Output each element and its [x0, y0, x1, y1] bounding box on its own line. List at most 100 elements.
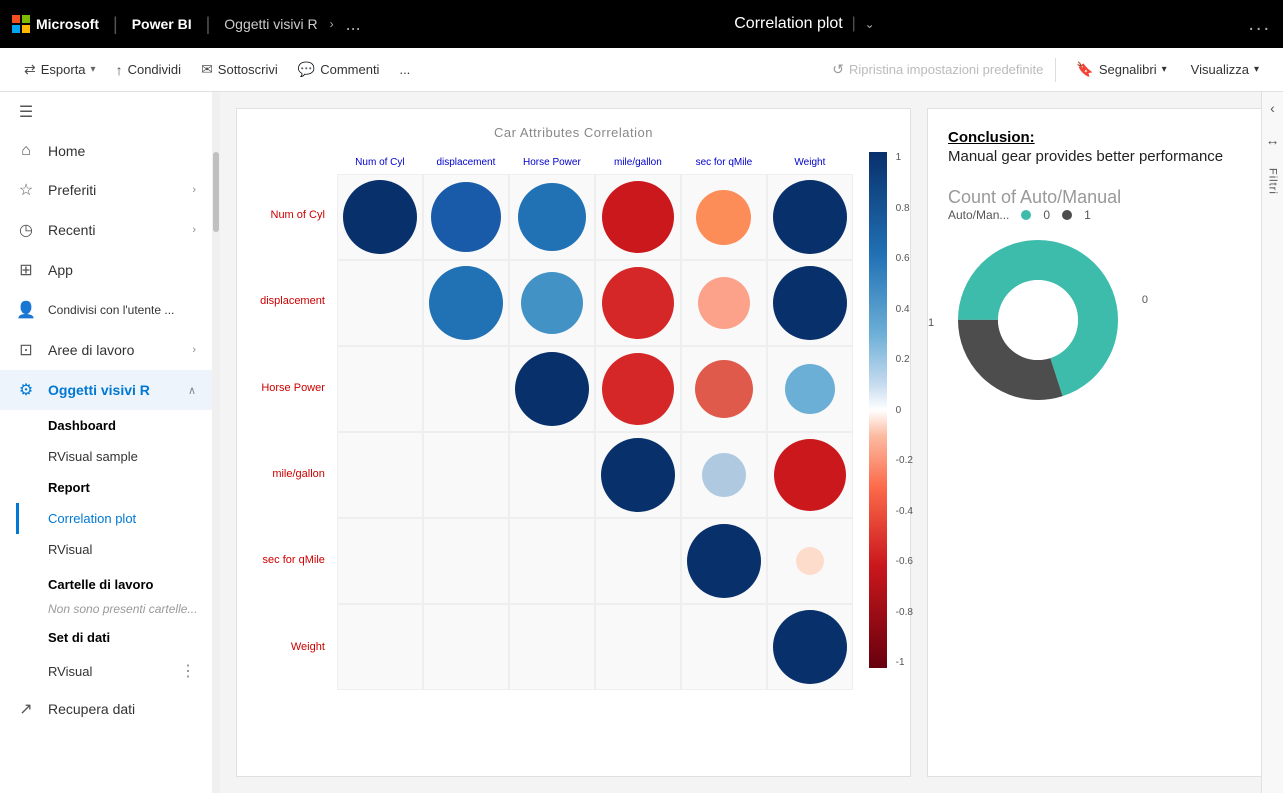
sidebar-sub-rvisual-sample[interactable]: RVisual sample [48, 441, 212, 472]
expand-icon[interactable]: ↔ [1266, 124, 1280, 156]
cell-1-3 [595, 260, 681, 346]
chevron-right-icon: › [330, 17, 334, 31]
conclusion-section: Conclusion: Manual gear provides better … [948, 129, 1246, 167]
esporta-button[interactable]: ⇄ Esporta ▾ [16, 57, 104, 82]
restore-button: ↺ Ripristina impostazioni predefinite [832, 61, 1043, 78]
legend-text: Auto/Man... [948, 208, 1009, 222]
row-label-0: Num of Cyl [260, 172, 329, 258]
sidebar-item-recupera[interactable]: ↗ Recupera dati [0, 689, 212, 729]
color-scale: 1 0.8 0.6 0.4 0.2 0 -0.2 -0.4 -0.6 -0.8 … [869, 152, 887, 690]
main-content: Car Attributes Correlation Num of Cyl di… [220, 92, 1283, 793]
sidebar-scrollbar[interactable] [212, 92, 220, 793]
donut-chart [948, 230, 1128, 410]
segnalibri-button[interactable]: 🔖 Segnalibri ▾ [1068, 57, 1174, 82]
nav-label[interactable]: Oggetti visivi R [224, 16, 317, 32]
undo-icon: ↺ [832, 61, 844, 78]
cell-0-0 [337, 174, 423, 260]
ripristina-label: Ripristina impostazioni predefinite [849, 62, 1043, 77]
share-icon: ↑ [116, 62, 123, 78]
aree-arrow-icon: › [192, 344, 196, 356]
cell-3-3 [595, 432, 681, 518]
sidebar-item-app[interactable]: ⊞ App [0, 250, 212, 290]
scale-n04: -0.4 [896, 506, 913, 517]
scale-n1: -1 [896, 657, 913, 668]
cell-0-2 [509, 174, 595, 260]
cell-3-0 [337, 432, 423, 518]
segnalibri-chevron-icon: ▾ [1162, 64, 1167, 75]
bookmark-icon: 🔖 [1076, 61, 1093, 78]
cell-3-5 [767, 432, 853, 518]
corr-row-4 [337, 518, 853, 604]
toolbar-more-button[interactable]: ... [391, 58, 418, 81]
visualizza-chevron-icon: ▾ [1254, 64, 1259, 75]
corr-grid: Num of Cyl displacement Horse Power mile… [337, 152, 853, 690]
cell-5-3 [595, 604, 681, 690]
donut-hole [998, 280, 1078, 360]
commenti-button[interactable]: 💬 Commenti [290, 57, 388, 82]
corr-row-3 [337, 432, 853, 518]
sidebar-scroll-thumb [213, 152, 219, 232]
chart-body: Num of Cyl displacement Horse Power mile… [260, 152, 887, 690]
sidebar-item-home[interactable]: ⌂ Home [0, 132, 212, 170]
sidebar-sub-correlation-plot[interactable]: Correlation plot [48, 503, 212, 534]
workspace-icon: ⊡ [16, 340, 36, 360]
sidebar-sub-report[interactable]: Report [48, 472, 212, 503]
sidebar-sub-dashboard[interactable]: Dashboard [48, 410, 212, 441]
cell-0-3 [595, 174, 681, 260]
chart-title: Car Attributes Correlation [494, 125, 653, 140]
sottoscrivi-label: Sottoscrivi [218, 62, 278, 77]
cell-2-1 [423, 346, 509, 432]
sidebar-item-oggetti[interactable]: ⚙ Oggetti visivi R ∧ [0, 370, 212, 410]
cell-4-2 [509, 518, 595, 604]
top-bar: Microsoft | Power BI | Oggetti visivi R … [0, 0, 1283, 48]
sidebar: ☰ ⌂ Home ☆ Preferiti › ◷ Recenti › ⊞ App… [0, 92, 220, 793]
condividi-button[interactable]: ↑ Condividi [108, 58, 189, 82]
preferiti-arrow-icon: › [192, 184, 196, 196]
collapse-right-button[interactable]: ‹ [1270, 92, 1275, 124]
sidebar-item-preferiti[interactable]: ☆ Preferiti › [0, 170, 212, 210]
cell-1-2 [509, 260, 595, 346]
sottoscrivi-button[interactable]: ✉ Sottoscrivi [193, 57, 286, 82]
cell-5-5 [767, 604, 853, 690]
scale-n02: -0.2 [896, 455, 913, 466]
sidebar-sub-rvisual[interactable]: RVisual [48, 534, 212, 565]
recenti-label: Recenti [48, 222, 180, 238]
r-visual-icon: ⚙ [16, 380, 36, 400]
rvisual2-more-button[interactable]: ⋮ [180, 661, 196, 681]
sidebar-item-condivisi[interactable]: 👤 Condivisi con l'utente ... [0, 290, 212, 330]
report-title: Correlation plot | ⌄ [373, 15, 1237, 33]
count-title: Count of Auto/Manual [948, 187, 1246, 208]
cell-4-4 [681, 518, 767, 604]
cell-1-0 [337, 260, 423, 346]
segnalibri-label: Segnalibri [1099, 62, 1157, 77]
col-label-1: displacement [423, 152, 509, 172]
row-label-4: sec for qMile [260, 517, 329, 603]
subscribe-icon: ✉ [201, 61, 213, 78]
topbar-more-button[interactable]: ... [346, 14, 361, 35]
scale-0: 0 [896, 405, 913, 416]
aree-label: Aree di lavoro [48, 342, 180, 358]
scale-06: 0.6 [896, 253, 913, 264]
sidebar-toggle[interactable]: ☰ [0, 92, 212, 132]
col-label-5: Weight [767, 152, 853, 172]
toolbar-separator [1055, 58, 1056, 82]
cell-5-2 [509, 604, 595, 690]
legend-dot-1 [1062, 210, 1072, 220]
hamburger-icon: ☰ [16, 102, 36, 122]
sidebar-item-recenti[interactable]: ◷ Recenti › [0, 210, 212, 250]
cell-0-5 [767, 174, 853, 260]
filter-label[interactable]: Filtri [1267, 160, 1279, 203]
recover-icon: ↗ [16, 699, 36, 719]
visualizza-button[interactable]: Visualizza ▾ [1183, 58, 1267, 81]
color-scale-bar [869, 152, 887, 668]
col-label-4: sec for qMile [681, 152, 767, 172]
esporta-label: Esporta [41, 62, 86, 77]
sidebar-item-aree[interactable]: ⊡ Aree di lavoro › [0, 330, 212, 370]
row-label-2: Horse Power [260, 345, 329, 431]
title-dropdown-icon[interactable]: ⌄ [865, 17, 875, 31]
comment-icon: 💬 [298, 61, 315, 78]
col-label-2: Horse Power [509, 152, 595, 172]
topbar-ellipsis-button[interactable]: ... [1248, 13, 1271, 36]
cell-5-1 [423, 604, 509, 690]
sidebar-sub-rvisual2[interactable]: RVisual ⋮ [48, 653, 212, 689]
